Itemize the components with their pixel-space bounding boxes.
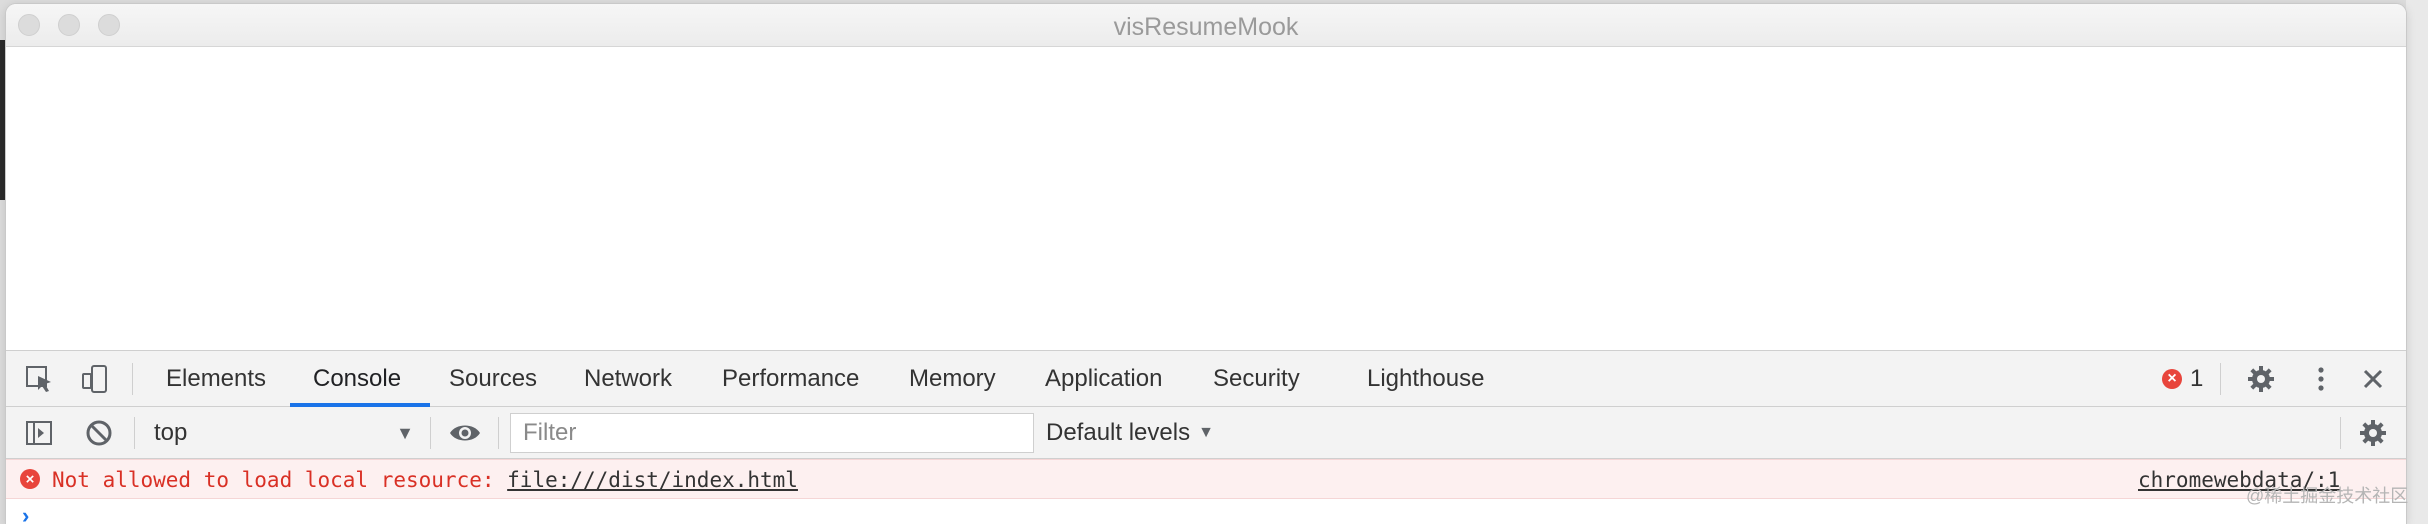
chevron-down-icon: ▼ bbox=[396, 422, 414, 443]
tab-application[interactable]: Application bbox=[1045, 351, 1162, 407]
clear-console-icon[interactable] bbox=[82, 417, 116, 449]
context-value: top bbox=[154, 419, 188, 446]
toolbar-separator bbox=[2220, 363, 2221, 395]
error-resource-link[interactable]: file:///dist/index.html bbox=[507, 468, 798, 492]
devtools-tabbar: Elements Console Sources Network Perform… bbox=[6, 351, 2406, 407]
tab-elements[interactable]: Elements bbox=[166, 351, 266, 407]
filter-input[interactable] bbox=[510, 413, 1034, 453]
tab-network[interactable]: Network bbox=[584, 351, 672, 407]
tab-security[interactable]: Security bbox=[1213, 351, 1300, 407]
log-levels-label: Default levels bbox=[1046, 419, 1191, 446]
sidebar-toggle-icon[interactable] bbox=[22, 417, 56, 449]
error-text: Not allowed to load local resource: file… bbox=[52, 468, 798, 492]
devtools-panel: Elements Console Sources Network Perform… bbox=[6, 350, 2406, 524]
tab-memory[interactable]: Memory bbox=[909, 351, 996, 407]
toolbar-separator bbox=[498, 417, 499, 449]
toolbar-separator bbox=[2340, 417, 2341, 449]
tab-console[interactable]: Console bbox=[313, 351, 401, 407]
gear-icon[interactable] bbox=[2244, 363, 2278, 395]
error-counter[interactable]: × 1 bbox=[2162, 363, 2203, 395]
log-levels-dropdown[interactable]: Default levels ▼ bbox=[1046, 415, 1214, 451]
error-icon: × bbox=[2162, 369, 2182, 389]
chevron-down-icon: ▼ bbox=[1198, 424, 1214, 441]
eye-icon[interactable] bbox=[448, 417, 482, 449]
console-settings-gear-icon[interactable] bbox=[2356, 417, 2390, 449]
console-toolbar: top ▼ Default levels ▼ bbox=[6, 407, 2406, 459]
tab-lighthouse[interactable]: Lighthouse bbox=[1367, 351, 1484, 407]
toolbar-separator bbox=[132, 363, 133, 395]
more-vertical-icon[interactable] bbox=[2304, 363, 2338, 395]
error-icon: × bbox=[20, 469, 40, 489]
toolbar-separator bbox=[134, 417, 135, 449]
error-message-text: Not allowed to load local resource: bbox=[52, 468, 508, 492]
window-titlebar: visResumeMook bbox=[6, 4, 2406, 47]
window-title: visResumeMook bbox=[1113, 13, 1299, 41]
context-selector[interactable]: top ▼ bbox=[146, 415, 422, 451]
toolbar-separator bbox=[430, 417, 431, 449]
console-prompt[interactable]: › bbox=[22, 503, 29, 524]
device-toolbar-icon[interactable] bbox=[78, 363, 112, 395]
console-error-message: × Not allowed to load local resource: fi… bbox=[6, 459, 2406, 499]
error-count: 1 bbox=[2190, 365, 2204, 392]
close-icon[interactable] bbox=[2356, 363, 2390, 395]
background-desktop bbox=[2406, 0, 2428, 524]
inspect-element-icon[interactable] bbox=[22, 363, 56, 395]
tab-sources[interactable]: Sources bbox=[449, 351, 537, 407]
browser-window: visResumeMook Elements Console Sources N… bbox=[6, 4, 2406, 524]
page-viewport[interactable] bbox=[6, 48, 2406, 350]
watermark: @稀土掘金技术社区 bbox=[2246, 486, 2409, 506]
tab-performance[interactable]: Performance bbox=[722, 351, 859, 407]
